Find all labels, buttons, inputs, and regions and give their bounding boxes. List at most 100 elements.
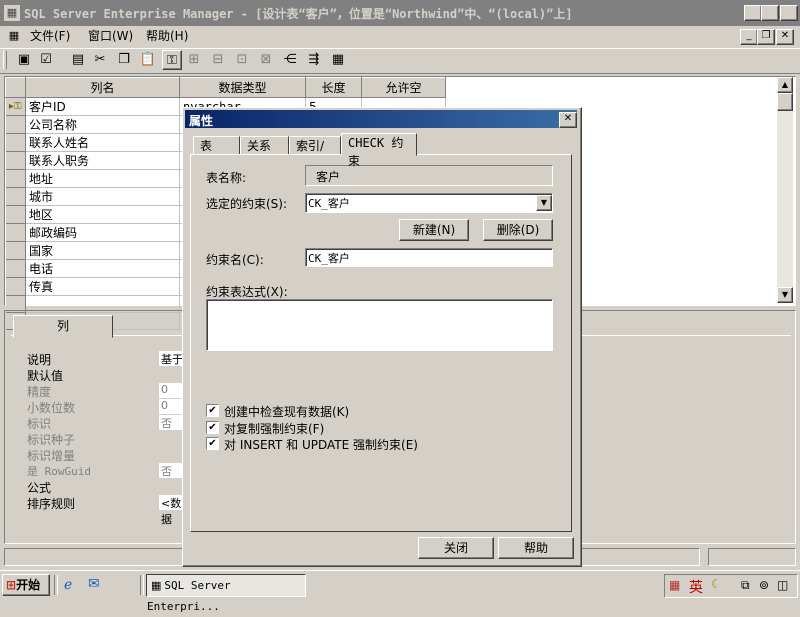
ime-language-indicator[interactable]: 英 — [689, 577, 703, 597]
network-icon[interactable]: ⧉ — [741, 578, 750, 593]
taskbar: ⊞开始 ℯ ✉ ▦ SQL Server Enterpri... ▦ 英 ☾ ⧉ … — [0, 570, 800, 613]
prop-value-identity[interactable]: 否 — [159, 415, 183, 430]
delete-button-label: 删除(D) — [496, 223, 540, 237]
cell-column-name[interactable]: 邮政编码 — [25, 223, 180, 242]
new-constraint-button[interactable]: 新建(N) — [399, 219, 469, 241]
enforce-insert-update-checkbox[interactable]: ✔ — [206, 437, 219, 450]
dialog-help-button[interactable]: 帮助 — [498, 537, 574, 559]
row-selector[interactable] — [5, 259, 26, 278]
constraint-name-input[interactable]: CK_客户 — [305, 248, 553, 267]
row-selector[interactable] — [5, 205, 26, 224]
mdi-minimize-button[interactable]: _ — [740, 29, 758, 45]
cell-column-name[interactable]: 城市 — [25, 187, 180, 206]
cell-column-name[interactable]: 联系人职务 — [25, 151, 180, 170]
prop-value-precision[interactable]: 0 — [159, 383, 183, 398]
triggers-icon[interactable]: ⇶ — [304, 50, 324, 70]
header-column-name[interactable]: 列名 — [25, 77, 180, 98]
task-button-sql[interactable]: ▦ SQL Server Enterpri... — [146, 574, 306, 613]
cell-column-name[interactable]: 客户ID — [25, 97, 180, 116]
outlook-icon[interactable]: ✉ — [88, 576, 100, 592]
check-existing-data-label[interactable]: 创建中检查现有数据(K) — [224, 403, 349, 420]
cell-column-name[interactable]: 联系人姓名 — [25, 133, 180, 152]
prop-value-rowguid[interactable]: 否 — [159, 463, 183, 478]
scroll-up-button[interactable]: ▲ — [777, 77, 793, 93]
cell-column-name[interactable]: 地区 — [25, 205, 180, 224]
prop-value-collation[interactable]: <数据 — [159, 495, 183, 526]
row-selector[interactable] — [5, 277, 26, 296]
primary-key-icon[interactable]: ⚿ — [162, 50, 182, 70]
windows-logo-icon: ⊞ — [6, 578, 17, 592]
mdi-close-button[interactable]: ✕ — [776, 29, 794, 45]
menu-help[interactable]: 帮助(H) — [146, 26, 188, 46]
paste-icon[interactable]: 📋 — [138, 50, 158, 70]
prop-label-default: 默认值 — [27, 369, 64, 383]
menu-file[interactable]: 文件(F) — [30, 26, 70, 46]
cut-icon[interactable]: ✂ — [90, 50, 110, 70]
save-icon[interactable]: ▣ — [14, 50, 34, 70]
new-button-label: 新建(N) — [412, 223, 456, 237]
grid-icon[interactable]: ▦ — [328, 50, 348, 70]
row-selector[interactable] — [5, 115, 26, 134]
delete-constraint-button[interactable]: 删除(D) — [483, 219, 553, 241]
minimize-button[interactable]: _ — [744, 5, 762, 21]
dialog-close-action-button[interactable]: 关闭 — [418, 537, 494, 559]
grid-scrollbar[interactable]: ▲ ▼ — [777, 77, 793, 303]
prop-value-description[interactable]: 基于 — [159, 351, 183, 366]
constraint-name-value: CK_客户 — [308, 252, 350, 265]
row-selector[interactable] — [5, 133, 26, 152]
indexes-icon[interactable]: ⊟ — [208, 50, 228, 70]
prop-label-rowguid: 是 RowGuid — [27, 465, 91, 478]
dependencies-icon[interactable]: ⋲ — [280, 50, 300, 70]
header-length[interactable]: 长度 — [305, 77, 362, 98]
row-selector[interactable] — [5, 241, 26, 260]
enforce-insert-update-label[interactable]: 对 INSERT 和 UPDATE 强制约束(E) — [224, 436, 418, 453]
selected-constraint-value: CK_客户 — [308, 197, 350, 210]
selected-constraint-select[interactable]: CK_客户 ▼ — [305, 193, 553, 213]
tab-indexes-keys[interactable]: 索引/键 — [289, 136, 341, 171]
prop-value-scale[interactable]: 0 — [159, 399, 183, 414]
maximize-button[interactable]: □ — [761, 5, 779, 21]
cell-column-name[interactable]: 地址 — [25, 169, 180, 188]
mdi-restore-button[interactable]: ❐ — [757, 29, 775, 45]
manage-icon[interactable]: ⊠ — [256, 50, 276, 70]
properties-icon[interactable]: ☑ — [36, 50, 56, 70]
mdi-icon: ▦ — [8, 29, 20, 42]
tab-check-constraints[interactable]: CHECK 约束 — [341, 133, 417, 168]
cell-column-name[interactable]: 传真 — [25, 277, 180, 296]
volume-icon[interactable]: ◫ — [777, 578, 788, 592]
tab-relationships[interactable]: 关系 — [240, 136, 289, 156]
prop-label-precision: 精度 — [27, 385, 52, 399]
app-icon: ▦ — [4, 5, 20, 21]
sql-service-icon[interactable]: ⊚ — [759, 578, 769, 592]
ime-grid-icon[interactable]: ▦ — [669, 578, 680, 592]
scroll-thumb[interactable] — [777, 93, 793, 111]
copy-icon[interactable]: ❐ — [114, 50, 134, 70]
expression-textarea[interactable] — [206, 299, 553, 351]
row-selector[interactable] — [5, 151, 26, 170]
row-selector[interactable] — [5, 169, 26, 188]
cell-column-name[interactable]: 国家 — [25, 241, 180, 260]
cell-column-name[interactable]: 公司名称 — [25, 115, 180, 134]
scroll-down-button[interactable]: ▼ — [777, 287, 793, 303]
enforce-replication-label[interactable]: 对复制强制约束(F) — [224, 420, 324, 437]
primary-key-icon[interactable]: ▸⚿ — [5, 97, 26, 116]
row-selector[interactable] — [5, 223, 26, 242]
cell-column-name[interactable]: 电话 — [25, 259, 180, 278]
constraints-icon[interactable]: ⊡ — [232, 50, 252, 70]
chevron-down-icon[interactable]: ▼ — [536, 195, 552, 211]
enforce-replication-checkbox[interactable]: ✔ — [206, 421, 219, 434]
dialog-close-button[interactable]: ✕ — [559, 112, 577, 128]
moon-icon[interactable]: ☾ — [711, 577, 722, 591]
close-button[interactable]: ✕ — [780, 5, 798, 21]
start-button[interactable]: ⊞开始 — [2, 574, 50, 596]
tab-columns[interactable]: 列 — [13, 315, 113, 338]
menu-window[interactable]: 窗口(W) — [88, 26, 133, 46]
table-icon[interactable]: ▤ — [68, 50, 88, 70]
row-selector[interactable] — [5, 187, 26, 206]
header-data-type[interactable]: 数据类型 — [179, 77, 306, 98]
ie-icon[interactable]: ℯ — [64, 577, 72, 593]
check-existing-data-checkbox[interactable]: ✔ — [206, 404, 219, 417]
relationships-icon[interactable]: ⊞ — [184, 50, 204, 70]
tab-table[interactable]: 表 — [193, 136, 240, 156]
header-allow-null[interactable]: 允许空 — [361, 77, 446, 98]
